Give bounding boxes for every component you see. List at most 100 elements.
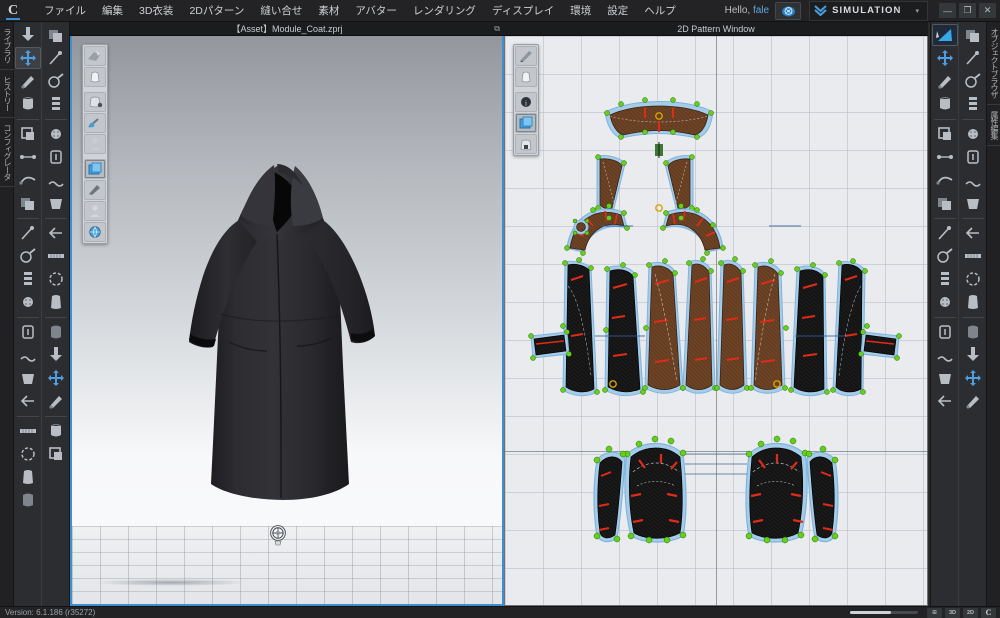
layout-clo-button[interactable]: C <box>981 607 996 618</box>
piece-collar-stand[interactable] <box>604 97 714 140</box>
tool-avatar-xray[interactable] <box>43 93 69 115</box>
piece-side-panel-far-right[interactable] <box>830 258 870 397</box>
tool-transform-gizmo[interactable] <box>14 47 41 69</box>
tool-2d-reshape[interactable] <box>960 24 986 46</box>
menu-rendering[interactable]: レンダリング <box>405 0 484 21</box>
tool-3d-avatar-skin[interactable] <box>84 201 106 221</box>
tool-avatar-pose[interactable] <box>43 24 69 46</box>
tool-3d-show-avatar[interactable] <box>84 92 106 112</box>
tool-fold-arrange[interactable] <box>15 367 41 389</box>
tool-lock-prop[interactable] <box>43 291 69 313</box>
piece-sleeve-under-left[interactable] <box>593 445 627 543</box>
tool-flatten[interactable] <box>15 390 41 412</box>
tool-3d-garment-show[interactable] <box>84 67 106 87</box>
tool-2d-curve-smooth[interactable] <box>960 93 986 115</box>
avatar-gizmo-icon[interactable] <box>268 524 288 546</box>
piece-button-marker[interactable] <box>572 218 590 236</box>
tool-3d-show-pins[interactable] <box>84 113 106 133</box>
coat-3d-model[interactable] <box>177 146 407 546</box>
tool-garment-fold[interactable] <box>15 93 41 115</box>
menu-environment[interactable]: 環境 <box>562 0 599 21</box>
tool-3d-show-mannequin[interactable] <box>84 134 106 154</box>
piece-side-panel-right[interactable] <box>788 262 830 397</box>
tool-2d-polygon-add[interactable] <box>932 222 958 244</box>
tool-avatar-joint[interactable] <box>43 123 69 145</box>
menu-edit[interactable]: 編集 <box>94 0 131 21</box>
tool-2d-avatar-scale[interactable] <box>932 390 958 412</box>
layout-2d-button[interactable]: 2D <box>963 607 978 618</box>
tool-2d-fold-fabric[interactable] <box>932 245 958 267</box>
chevron-down-icon[interactable]: ▾ <box>911 7 923 15</box>
tool-2d-show-garment[interactable] <box>515 67 537 87</box>
pattern-pieces-layer[interactable] <box>505 36 927 606</box>
tool-fabric-swatch-c[interactable] <box>43 390 69 412</box>
tool-shoes[interactable] <box>43 192 69 214</box>
menu-settings[interactable]: 設定 <box>599 0 636 21</box>
tool-2d-zigzag-large[interactable] <box>960 344 986 366</box>
tool-layer-panel[interactable] <box>15 192 41 214</box>
tool-2d-iron[interactable] <box>960 146 986 168</box>
sidebar-tab-configurator[interactable]: コンフィグレータ <box>0 118 14 187</box>
piece-front-panel-right[interactable] <box>748 258 789 394</box>
tool-2d-zigzag-small[interactable] <box>960 321 986 343</box>
piece-pocket-right[interactable] <box>858 329 902 361</box>
sidebar-tab-property-editor[interactable]: 属性編集 <box>987 105 1000 146</box>
tool-2d-edit-curve-point[interactable] <box>932 47 958 69</box>
piece-side-panel-left[interactable] <box>602 262 646 397</box>
tool-2d-show-seam-info[interactable]: i <box>515 92 537 112</box>
menu-sewing[interactable]: 縫い合せ <box>252 0 310 21</box>
menu-file[interactable]: ファイル <box>36 0 94 21</box>
tool-2d-pattern-copy[interactable] <box>960 123 986 145</box>
tool-tack[interactable] <box>15 245 41 267</box>
close-button[interactable]: ✕ <box>979 3 996 18</box>
menu-help[interactable]: ヘルプ <box>636 0 684 21</box>
tool-segment-edit[interactable] <box>15 146 41 168</box>
tool-hat[interactable] <box>43 245 69 267</box>
tool-2d-measure-point[interactable] <box>960 291 986 313</box>
tool-2d-edit-polygon[interactable] <box>932 70 958 92</box>
tool-brush-select[interactable] <box>15 70 41 92</box>
tool-2d-pleat[interactable] <box>932 344 958 366</box>
tool-2d-mask[interactable] <box>960 245 986 267</box>
piece-armhole-facing-right[interactable] <box>655 203 726 256</box>
tool-sphere-prop[interactable] <box>43 268 69 290</box>
username-text[interactable]: fale <box>753 5 769 16</box>
tool-fabric-swatch-d[interactable] <box>43 420 69 442</box>
tool-symmetry-axis[interactable] <box>43 443 69 465</box>
tool-pattern-box[interactable] <box>15 123 41 145</box>
cloud-sync-button[interactable] <box>775 1 802 20</box>
tool-3d-shading-mode[interactable] <box>84 180 106 200</box>
tool-2d-show-texture[interactable] <box>515 113 537 133</box>
piece-center-panel-left[interactable] <box>680 256 718 394</box>
tool-button-place[interactable] <box>15 291 41 313</box>
tool-2d-text-small[interactable] <box>932 291 958 313</box>
tool-2d-lock-pattern[interactable] <box>515 134 537 154</box>
simulation-mode-selector[interactable]: SIMULATION ▾ <box>809 0 928 21</box>
piece-sleeve-upper-right[interactable] <box>745 435 809 544</box>
menu-material[interactable]: 素材 <box>310 0 347 21</box>
menu-display[interactable]: ディスプレイ <box>484 0 562 21</box>
tool-shirt-back[interactable] <box>15 489 41 511</box>
tool-2d-trace[interactable] <box>932 367 958 389</box>
tool-2d-text-large[interactable] <box>932 321 958 343</box>
tool-2d-cut-line[interactable] <box>932 192 958 214</box>
tool-fabric-roll[interactable] <box>43 321 69 343</box>
menu-avatar[interactable]: アバター <box>347 0 405 21</box>
tool-select-move[interactable] <box>15 24 41 46</box>
tool-2d-pattern-edit[interactable] <box>515 46 537 66</box>
tool-curve-edit[interactable] <box>15 169 41 191</box>
menu-3d-garment[interactable]: 3D衣装 <box>131 0 181 21</box>
piece-sleeve-upper-left[interactable] <box>623 435 687 544</box>
tool-buttonhole[interactable] <box>15 321 41 343</box>
piece-sleeve-under-right[interactable] <box>805 445 839 543</box>
tool-hair-style[interactable] <box>43 169 69 191</box>
tool-avatar-hand[interactable] <box>43 70 69 92</box>
tool-avatar-gizmo[interactable] <box>43 47 69 69</box>
viewport-3d-canvas[interactable] <box>70 36 504 606</box>
sidebar-tab-history[interactable]: ヒストリー <box>0 70 14 118</box>
tool-2d-notch[interactable] <box>960 47 986 69</box>
tool-2d-glasses[interactable] <box>960 222 986 244</box>
tool-2d-print-layout[interactable] <box>960 367 986 389</box>
layout-split-button[interactable]: ⊞ <box>927 607 942 618</box>
menu-2d-pattern[interactable]: 2Dパターン <box>181 0 252 21</box>
